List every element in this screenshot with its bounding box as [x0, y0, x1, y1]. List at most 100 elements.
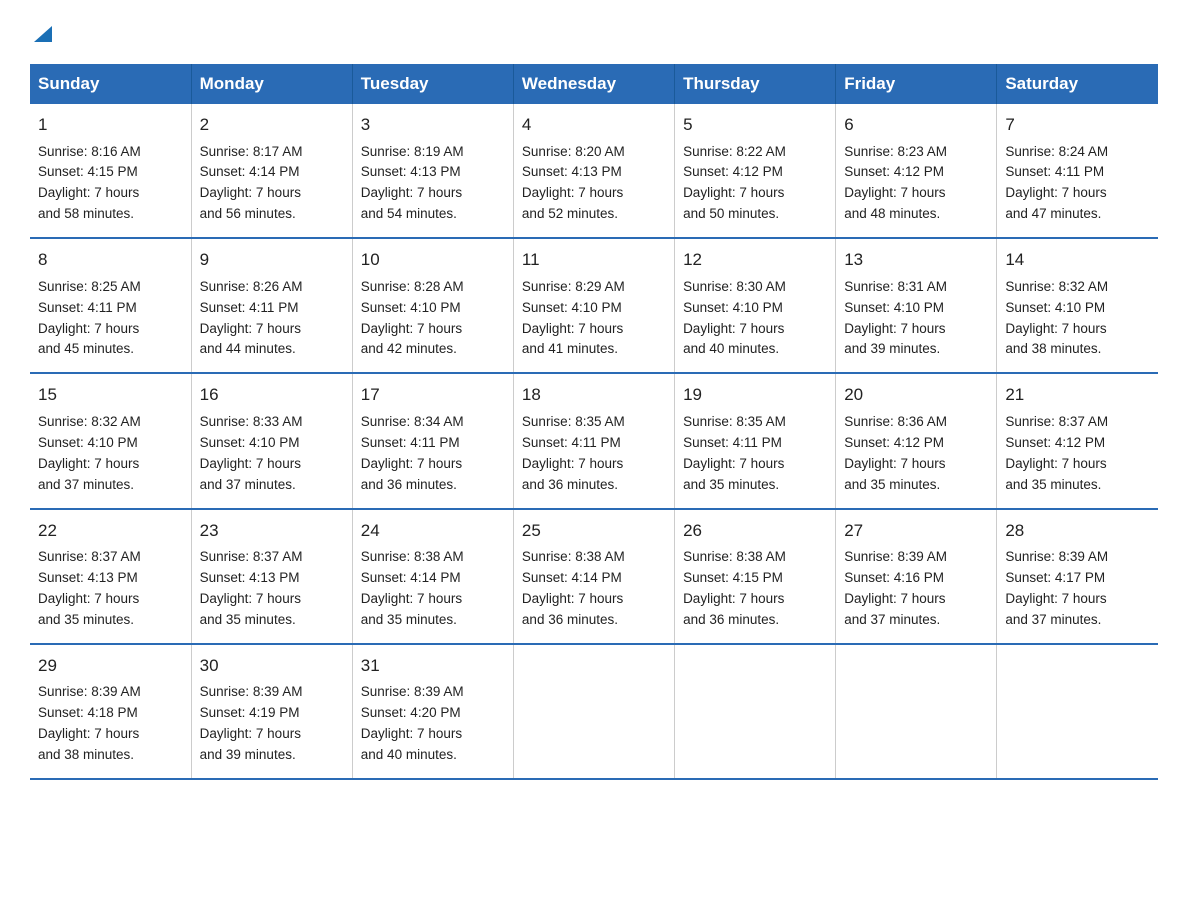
day-number: 22 [38, 518, 183, 544]
calendar-cell: 22 Sunrise: 8:37 AMSunset: 4:13 PMDayligh… [30, 509, 191, 644]
calendar-cell: 7 Sunrise: 8:24 AMSunset: 4:11 PMDaylight… [997, 104, 1158, 238]
day-info: Sunrise: 8:20 AMSunset: 4:13 PMDaylight:… [522, 142, 666, 226]
calendar-cell: 12 Sunrise: 8:30 AMSunset: 4:10 PMDayligh… [675, 238, 836, 373]
day-info: Sunrise: 8:38 AMSunset: 4:15 PMDaylight:… [683, 547, 827, 631]
day-info: Sunrise: 8:34 AMSunset: 4:11 PMDaylight:… [361, 412, 505, 496]
day-number: 23 [200, 518, 344, 544]
calendar-cell: 19Sunrise: 8:35 AMSunset: 4:11 PMDayligh… [675, 373, 836, 508]
calendar-cell: 2Sunrise: 8:17 AMSunset: 4:14 PMDaylight… [191, 104, 352, 238]
day-info: Sunrise: 8:35 AMSunset: 4:11 PMDaylight:… [683, 412, 827, 496]
calendar-cell: 6 Sunrise: 8:23 AMSunset: 4:12 PMDaylight… [836, 104, 997, 238]
day-number: 11 [522, 247, 666, 273]
calendar-cell: 5 Sunrise: 8:22 AMSunset: 4:12 PMDaylight… [675, 104, 836, 238]
day-info: Sunrise: 8:39 AMSunset: 4:16 PMDaylight:… [844, 547, 988, 631]
day-number: 20 [844, 382, 988, 408]
day-info: Sunrise: 8:33 AMSunset: 4:10 PMDaylight:… [200, 412, 344, 496]
day-number: 3 [361, 112, 505, 138]
header-wednesday: Wednesday [513, 64, 674, 104]
calendar-cell: 14 Sunrise: 8:32 AMSunset: 4:10 PMDayligh… [997, 238, 1158, 373]
day-number: 14 [1005, 247, 1150, 273]
calendar-cell: 28Sunrise: 8:39 AMSunset: 4:17 PMDayligh… [997, 509, 1158, 644]
calendar-cell [675, 644, 836, 779]
calendar-cell: 23 Sunrise: 8:37 AMSunset: 4:13 PMDayligh… [191, 509, 352, 644]
day-info: Sunrise: 8:37 AMSunset: 4:13 PMDaylight:… [38, 547, 183, 631]
day-number: 12 [683, 247, 827, 273]
day-info: Sunrise: 8:38 AMSunset: 4:14 PMDaylight:… [522, 547, 666, 631]
day-number: 27 [844, 518, 988, 544]
calendar-cell [836, 644, 997, 779]
day-info: Sunrise: 8:32 AMSunset: 4:10 PMDaylight:… [38, 412, 183, 496]
day-info: Sunrise: 8:39 AMSunset: 4:20 PMDaylight:… [361, 682, 505, 766]
page-header [30, 20, 1158, 44]
day-info: Sunrise: 8:22 AMSunset: 4:12 PMDaylight:… [683, 142, 827, 226]
header-monday: Monday [191, 64, 352, 104]
day-number: 29 [38, 653, 183, 679]
calendar-cell: 4Sunrise: 8:20 AMSunset: 4:13 PMDaylight… [513, 104, 674, 238]
calendar-cell: 21 Sunrise: 8:37 AMSunset: 4:12 PMDayligh… [997, 373, 1158, 508]
calendar-week-2: 8 Sunrise: 8:25 AMSunset: 4:11 PMDaylight… [30, 238, 1158, 373]
day-number: 13 [844, 247, 988, 273]
day-number: 5 [683, 112, 827, 138]
day-number: 28 [1005, 518, 1150, 544]
day-info: Sunrise: 8:32 AMSunset: 4:10 PMDaylight:… [1005, 277, 1150, 361]
day-info: Sunrise: 8:39 AMSunset: 4:19 PMDaylight:… [200, 682, 344, 766]
calendar-cell [997, 644, 1158, 779]
day-number: 1 [38, 112, 183, 138]
day-info: Sunrise: 8:24 AMSunset: 4:11 PMDaylight:… [1005, 142, 1150, 226]
calendar-cell [513, 644, 674, 779]
day-number: 6 [844, 112, 988, 138]
calendar-cell: 13 Sunrise: 8:31 AMSunset: 4:10 PMDayligh… [836, 238, 997, 373]
day-info: Sunrise: 8:23 AMSunset: 4:12 PMDaylight:… [844, 142, 988, 226]
day-info: Sunrise: 8:31 AMSunset: 4:10 PMDaylight:… [844, 277, 988, 361]
day-info: Sunrise: 8:19 AMSunset: 4:13 PMDaylight:… [361, 142, 505, 226]
day-number: 9 [200, 247, 344, 273]
calendar-cell: 11 Sunrise: 8:29 AMSunset: 4:10 PMDayligh… [513, 238, 674, 373]
calendar-cell: 10Sunrise: 8:28 AMSunset: 4:10 PMDayligh… [352, 238, 513, 373]
day-number: 16 [200, 382, 344, 408]
calendar-week-3: 15 Sunrise: 8:32 AMSunset: 4:10 PMDayligh… [30, 373, 1158, 508]
day-info: Sunrise: 8:36 AMSunset: 4:12 PMDaylight:… [844, 412, 988, 496]
day-info: Sunrise: 8:26 AMSunset: 4:11 PMDaylight:… [200, 277, 344, 361]
day-info: Sunrise: 8:39 AMSunset: 4:18 PMDaylight:… [38, 682, 183, 766]
day-number: 21 [1005, 382, 1150, 408]
calendar-cell: 1 Sunrise: 8:16 AMSunset: 4:15 PMDaylight… [30, 104, 191, 238]
day-number: 26 [683, 518, 827, 544]
day-info: Sunrise: 8:38 AMSunset: 4:14 PMDaylight:… [361, 547, 505, 631]
calendar-cell: 17 Sunrise: 8:34 AMSunset: 4:11 PMDayligh… [352, 373, 513, 508]
day-number: 31 [361, 653, 505, 679]
calendar-week-5: 29 Sunrise: 8:39 AMSunset: 4:18 PMDayligh… [30, 644, 1158, 779]
day-number: 7 [1005, 112, 1150, 138]
day-number: 15 [38, 382, 183, 408]
calendar-cell: 3 Sunrise: 8:19 AMSunset: 4:13 PMDaylight… [352, 104, 513, 238]
day-info: Sunrise: 8:17 AMSunset: 4:14 PMDaylight:… [200, 142, 344, 226]
logo [30, 20, 54, 44]
calendar-week-4: 22 Sunrise: 8:37 AMSunset: 4:13 PMDayligh… [30, 509, 1158, 644]
calendar-cell: 8 Sunrise: 8:25 AMSunset: 4:11 PMDaylight… [30, 238, 191, 373]
calendar-cell: 31 Sunrise: 8:39 AMSunset: 4:20 PMDayligh… [352, 644, 513, 779]
calendar-cell: 29 Sunrise: 8:39 AMSunset: 4:18 PMDayligh… [30, 644, 191, 779]
day-info: Sunrise: 8:25 AMSunset: 4:11 PMDaylight:… [38, 277, 183, 361]
header-thursday: Thursday [675, 64, 836, 104]
calendar-table: SundayMondayTuesdayWednesdayThursdayFrid… [30, 64, 1158, 780]
day-info: Sunrise: 8:35 AMSunset: 4:11 PMDaylight:… [522, 412, 666, 496]
calendar-week-1: 1 Sunrise: 8:16 AMSunset: 4:15 PMDaylight… [30, 104, 1158, 238]
day-number: 8 [38, 247, 183, 273]
calendar-header: SundayMondayTuesdayWednesdayThursdayFrid… [30, 64, 1158, 104]
day-info: Sunrise: 8:37 AMSunset: 4:12 PMDaylight:… [1005, 412, 1150, 496]
day-number: 30 [200, 653, 344, 679]
calendar-cell: 26 Sunrise: 8:38 AMSunset: 4:15 PMDayligh… [675, 509, 836, 644]
calendar-cell: 9 Sunrise: 8:26 AMSunset: 4:11 PMDaylight… [191, 238, 352, 373]
calendar-cell: 16 Sunrise: 8:33 AMSunset: 4:10 PMDayligh… [191, 373, 352, 508]
day-number: 17 [361, 382, 505, 408]
header-saturday: Saturday [997, 64, 1158, 104]
day-info: Sunrise: 8:37 AMSunset: 4:13 PMDaylight:… [200, 547, 344, 631]
day-number: 24 [361, 518, 505, 544]
logo-triangle-icon [32, 22, 54, 44]
day-info: Sunrise: 8:29 AMSunset: 4:10 PMDaylight:… [522, 277, 666, 361]
header-sunday: Sunday [30, 64, 191, 104]
day-info: Sunrise: 8:16 AMSunset: 4:15 PMDaylight:… [38, 142, 183, 226]
day-number: 25 [522, 518, 666, 544]
header-tuesday: Tuesday [352, 64, 513, 104]
day-info: Sunrise: 8:30 AMSunset: 4:10 PMDaylight:… [683, 277, 827, 361]
calendar-cell: 25 Sunrise: 8:38 AMSunset: 4:14 PMDayligh… [513, 509, 674, 644]
